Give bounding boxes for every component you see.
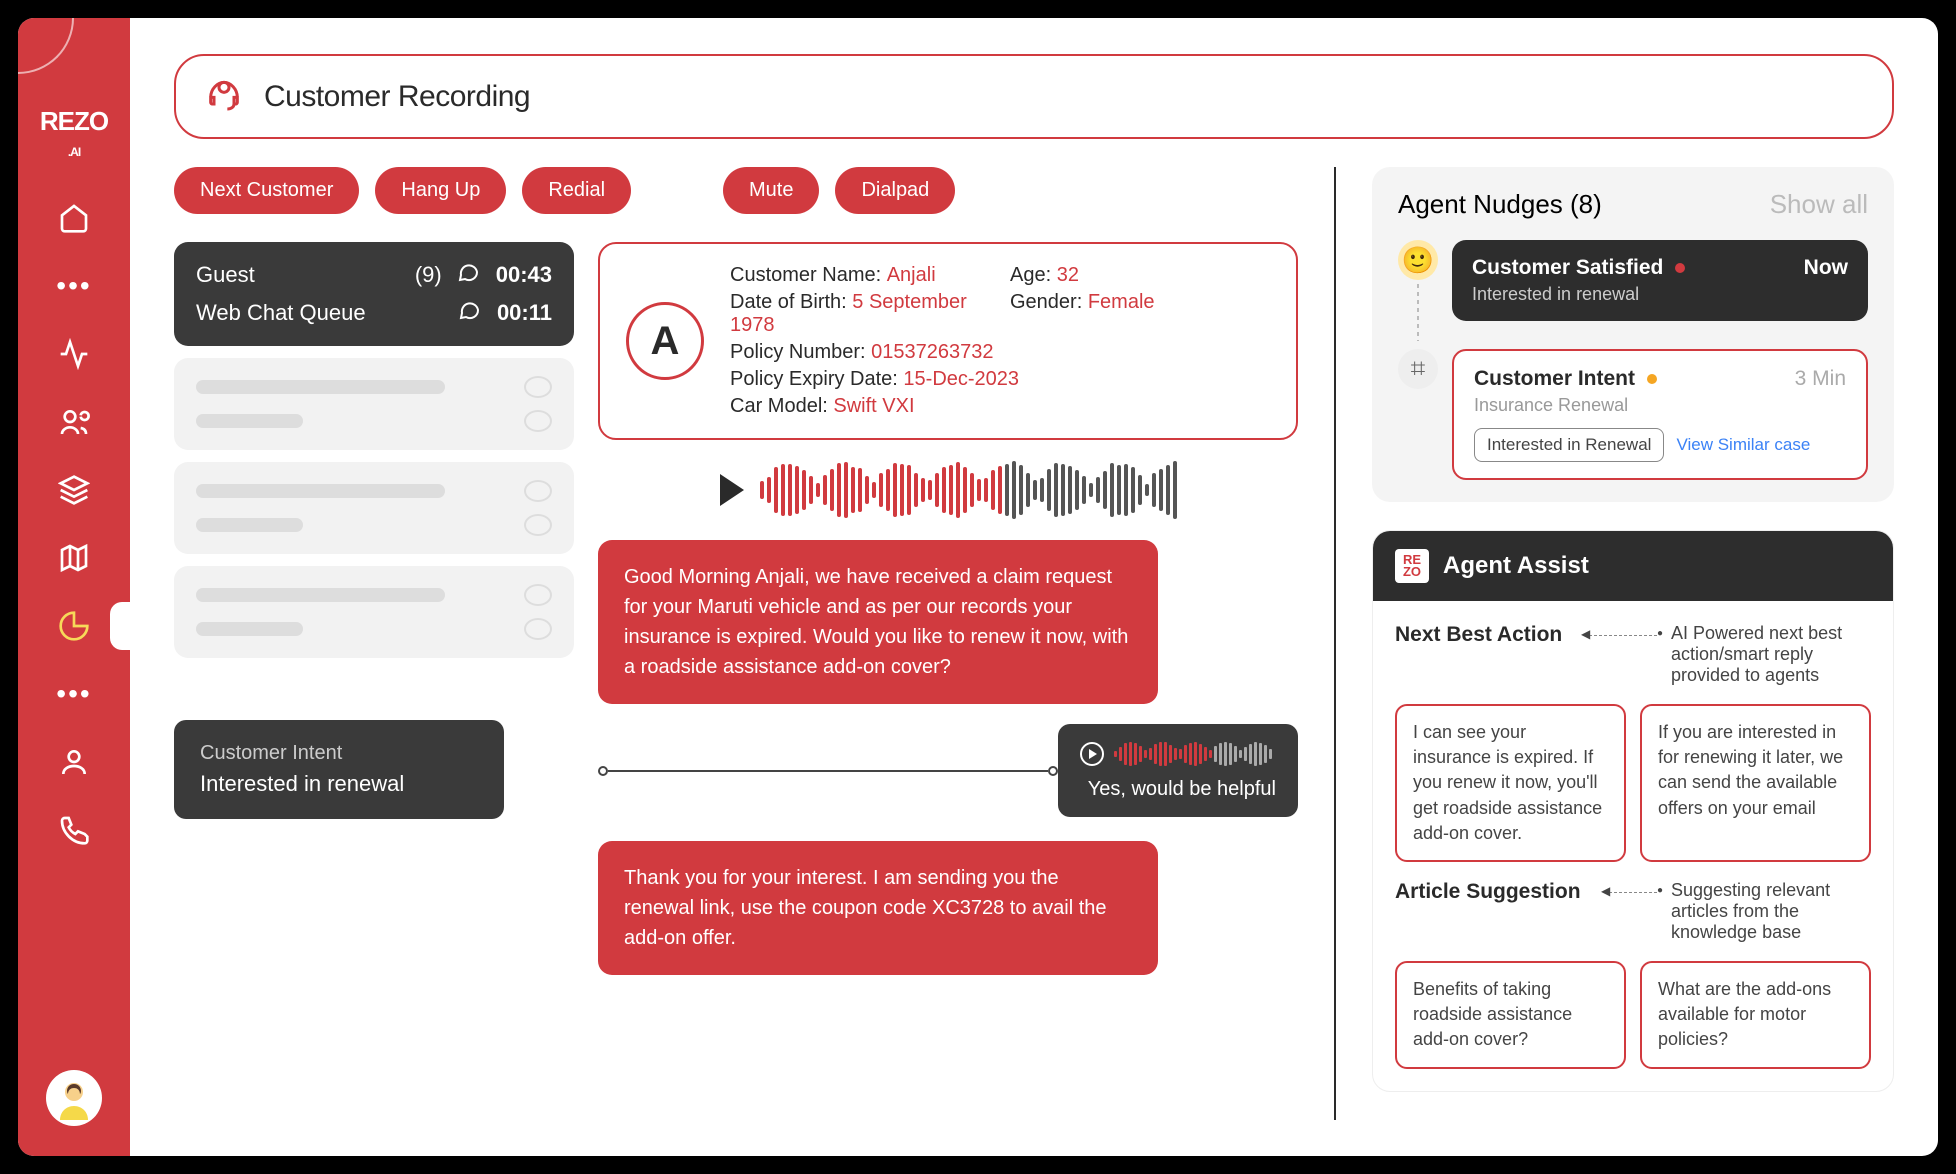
more2-icon[interactable]: ••• bbox=[56, 676, 92, 712]
queue-placeholder bbox=[174, 566, 574, 658]
recording-waveform bbox=[598, 460, 1298, 520]
smile-icon: 🙂 bbox=[1398, 240, 1438, 280]
nba-suggestion-card[interactable]: If you are interested in for renewing it… bbox=[1640, 704, 1871, 862]
agent-message: Thank you for your interest. I am sendin… bbox=[598, 841, 1158, 975]
article-suggestion-card[interactable]: What are the add-ons available for motor… bbox=[1640, 961, 1871, 1069]
waveform-bars bbox=[760, 460, 1177, 520]
page-header: Customer Recording bbox=[174, 54, 1894, 139]
nudge-intent-card[interactable]: Customer Intent 3 Min Insurance Renewal … bbox=[1452, 349, 1868, 480]
customer-reply-text: Yes, would be helpful bbox=[1080, 778, 1276, 801]
nba-description: AI Powered next best action/smart reply … bbox=[1671, 623, 1871, 686]
call-controls: Next Customer Hang Up Redial Mute Dialpa… bbox=[174, 167, 1298, 214]
queue-subtitle: Web Chat Queue bbox=[196, 300, 443, 326]
nudges-title: Agent Nudges (8) bbox=[1398, 189, 1602, 220]
intent-value: Interested in renewal bbox=[200, 771, 478, 797]
queue-placeholder bbox=[174, 462, 574, 554]
more-icon[interactable]: ••• bbox=[56, 268, 92, 304]
phone-icon[interactable] bbox=[56, 812, 92, 848]
agent-message: Good Morning Anjali, we have received a … bbox=[598, 540, 1158, 704]
queue-active-item[interactable]: Guest (9) 00:43 Web Chat Queue 00:11 bbox=[174, 242, 574, 346]
hang-up-button[interactable]: Hang Up bbox=[375, 167, 506, 214]
redial-button[interactable]: Redial bbox=[522, 167, 631, 214]
play-customer-button[interactable] bbox=[1080, 742, 1104, 766]
customer-avatar: A bbox=[626, 302, 704, 380]
connector-line bbox=[598, 766, 1058, 776]
assist-logo-icon: REZO bbox=[1395, 549, 1429, 583]
nba-suggestion-card[interactable]: I can see your insurance is expired. If … bbox=[1395, 704, 1626, 862]
scan-icon: ⌗ bbox=[1398, 349, 1438, 389]
home-icon[interactable] bbox=[56, 200, 92, 236]
nudge-satisfied-card[interactable]: Customer Satisfied Now Interested in ren… bbox=[1452, 240, 1868, 321]
agent-assist-panel: REZO Agent Assist Next Best Action AI Po… bbox=[1372, 530, 1894, 1092]
queue-time-2: 00:11 bbox=[497, 300, 552, 326]
nba-label: Next Best Action bbox=[1395, 623, 1575, 647]
queue-time-1: 00:43 bbox=[496, 262, 552, 288]
headset-icon bbox=[204, 74, 244, 119]
assist-title: Agent Assist bbox=[1443, 552, 1589, 580]
users-icon[interactable] bbox=[56, 404, 92, 440]
page-title: Customer Recording bbox=[264, 80, 530, 114]
queue-title: Guest bbox=[196, 262, 401, 288]
play-button[interactable] bbox=[720, 474, 744, 506]
brand-logo: REZO.AI bbox=[40, 108, 108, 160]
nudge-badge: Interested in Renewal bbox=[1474, 428, 1664, 462]
article-label: Article Suggestion bbox=[1395, 880, 1595, 904]
intent-label: Customer Intent bbox=[200, 742, 478, 765]
customer-info-card: A Customer Name: Anjali Age: 32 Date of … bbox=[598, 242, 1298, 440]
next-customer-button[interactable]: Next Customer bbox=[174, 167, 359, 214]
chat-icon bbox=[456, 260, 482, 290]
profile-icon[interactable] bbox=[56, 744, 92, 780]
article-suggestion-card[interactable]: Benefits of taking roadside assistance a… bbox=[1395, 961, 1626, 1069]
chat-icon bbox=[457, 298, 483, 328]
queue-count: (9) bbox=[415, 262, 442, 288]
mute-button[interactable]: Mute bbox=[723, 167, 819, 214]
queue-placeholder bbox=[174, 358, 574, 450]
map-icon[interactable] bbox=[56, 540, 92, 576]
mini-waveform bbox=[1114, 740, 1272, 768]
corner-decoration bbox=[18, 18, 74, 74]
dialpad-button[interactable]: Dialpad bbox=[835, 167, 955, 214]
customer-message: Yes, would be helpful bbox=[1058, 724, 1298, 817]
sidebar: REZO.AI ••• ••• bbox=[18, 18, 130, 1156]
view-similar-link[interactable]: View Similar case bbox=[1676, 435, 1810, 455]
agent-nudges-panel: Agent Nudges (8) Show all 🙂 Customer Sat… bbox=[1372, 167, 1894, 502]
article-description: Suggesting relevant articles from the kn… bbox=[1671, 880, 1871, 943]
activity-icon[interactable] bbox=[56, 336, 92, 372]
analytics-icon[interactable] bbox=[56, 608, 92, 644]
layers-icon[interactable] bbox=[56, 472, 92, 508]
show-all-link[interactable]: Show all bbox=[1770, 189, 1868, 220]
customer-intent-card: Customer Intent Interested in renewal bbox=[174, 720, 504, 819]
user-avatar[interactable] bbox=[46, 1070, 102, 1126]
